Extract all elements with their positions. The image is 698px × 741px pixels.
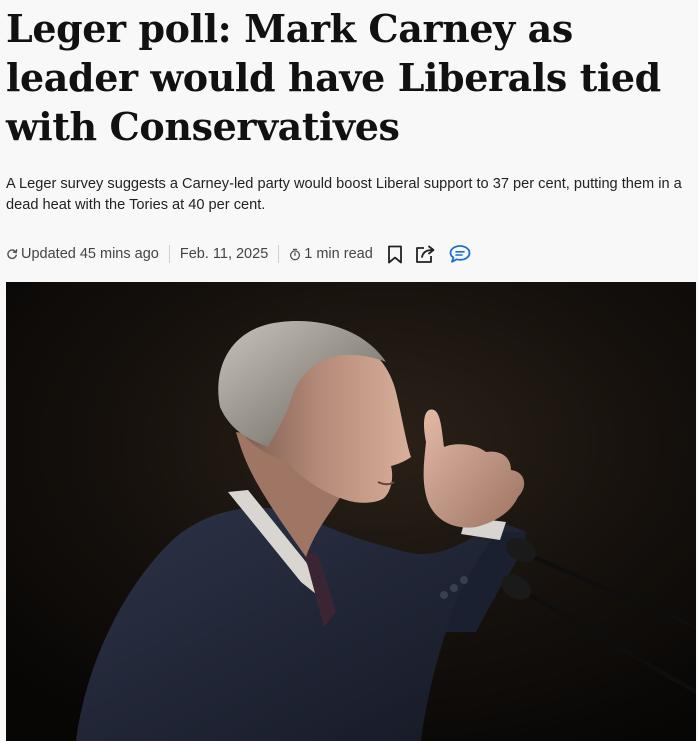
refresh-icon xyxy=(6,248,18,260)
publish-date: Feb. 11, 2025 xyxy=(179,246,269,262)
stopwatch-icon xyxy=(289,248,301,261)
meta-divider xyxy=(278,245,280,263)
headline: Leger poll: Mark Carney as leader would … xyxy=(6,6,661,149)
share-icon[interactable] xyxy=(415,244,437,264)
article-meta: Updated 45 mins ago Feb. 11, 2025 1 min … xyxy=(6,240,471,268)
updated-text: Updated 45 mins ago xyxy=(21,246,159,262)
meta-divider xyxy=(168,245,170,263)
updated-info: Updated 45 mins ago xyxy=(6,246,159,262)
bookmark-icon[interactable] xyxy=(387,245,403,264)
hero-image xyxy=(6,282,696,741)
article-deck: A Leger survey suggests a Carney-led par… xyxy=(6,176,682,213)
comment-icon[interactable] xyxy=(449,244,471,264)
article-actions xyxy=(387,244,471,264)
read-time: 1 min read xyxy=(289,246,373,262)
read-time-text: 1 min read xyxy=(304,246,373,262)
